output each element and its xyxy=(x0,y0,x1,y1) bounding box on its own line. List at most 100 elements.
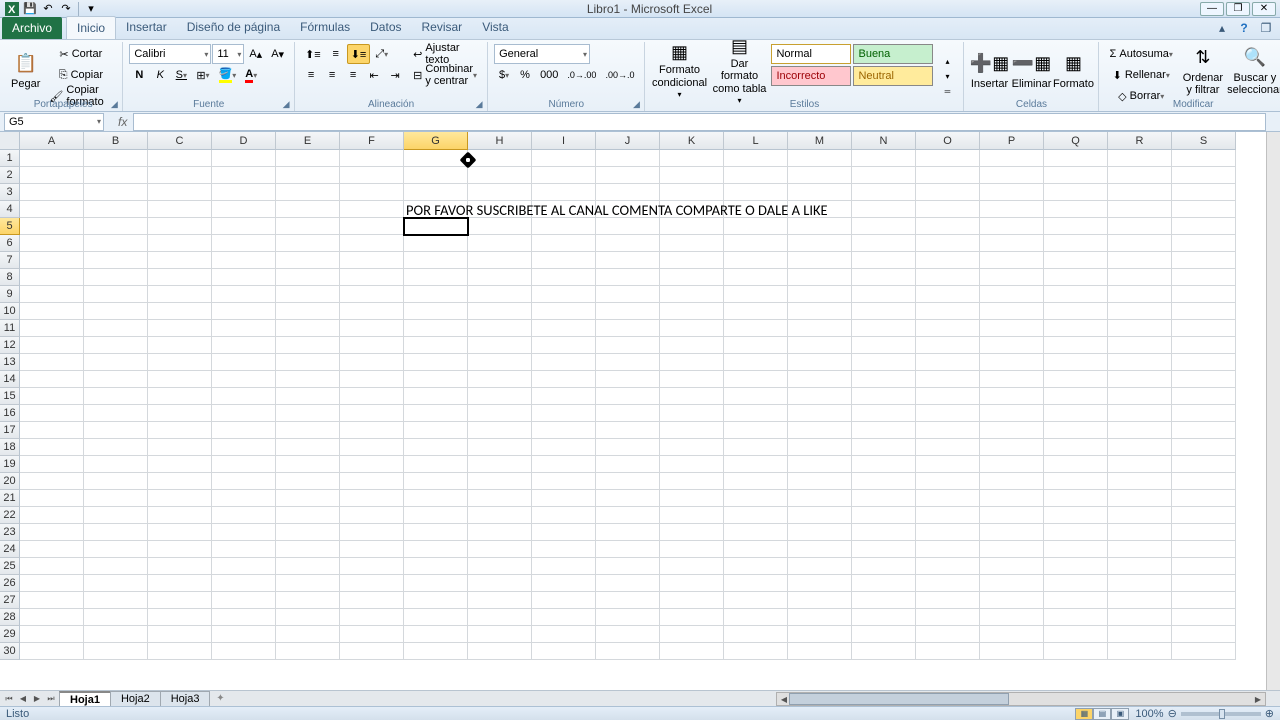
cell-O13[interactable] xyxy=(916,354,980,371)
italic-button[interactable]: K xyxy=(150,65,170,85)
cell-D22[interactable] xyxy=(212,507,276,524)
cell-B16[interactable] xyxy=(84,405,148,422)
cell-D13[interactable] xyxy=(212,354,276,371)
cell-J20[interactable] xyxy=(596,473,660,490)
cell-E24[interactable] xyxy=(276,541,340,558)
cell-R24[interactable] xyxy=(1108,541,1172,558)
cell-N21[interactable] xyxy=(852,490,916,507)
minimize-button[interactable]: — xyxy=(1200,2,1224,16)
cell-G12[interactable] xyxy=(404,337,468,354)
cell-Q19[interactable] xyxy=(1044,456,1108,473)
cell-N26[interactable] xyxy=(852,575,916,592)
cell-R11[interactable] xyxy=(1108,320,1172,337)
cell-S24[interactable] xyxy=(1172,541,1236,558)
cell-F3[interactable] xyxy=(340,184,404,201)
cell-O14[interactable] xyxy=(916,371,980,388)
cell-Q26[interactable] xyxy=(1044,575,1108,592)
cell-C11[interactable] xyxy=(148,320,212,337)
cell-Q18[interactable] xyxy=(1044,439,1108,456)
cell-B1[interactable] xyxy=(84,150,148,167)
sheet-nav-prev[interactable]: ◀ xyxy=(16,692,30,706)
cell-E7[interactable] xyxy=(276,252,340,269)
cell-L16[interactable] xyxy=(724,405,788,422)
cell-P2[interactable] xyxy=(980,167,1044,184)
cell-E9[interactable] xyxy=(276,286,340,303)
cell-Q17[interactable] xyxy=(1044,422,1108,439)
cell-F24[interactable] xyxy=(340,541,404,558)
excel-icon[interactable]: X xyxy=(4,1,20,17)
cell-F15[interactable] xyxy=(340,388,404,405)
undo-icon[interactable]: ↶ xyxy=(40,1,56,17)
insert-cells-button[interactable]: ➕▦Insertar xyxy=(970,44,1008,98)
cell-E30[interactable] xyxy=(276,643,340,660)
style-buena[interactable]: Buena xyxy=(853,44,933,64)
cell-Q11[interactable] xyxy=(1044,320,1108,337)
cell-A17[interactable] xyxy=(20,422,84,439)
fx-icon[interactable]: fx xyxy=(118,115,127,129)
fill-button[interactable]: ⬇ Rellenar xyxy=(1105,65,1176,85)
style-incorrecto[interactable]: Incorrecto xyxy=(771,66,851,86)
cell-H28[interactable] xyxy=(468,609,532,626)
cell-A14[interactable] xyxy=(20,371,84,388)
cell-G2[interactable] xyxy=(404,167,468,184)
cell-J30[interactable] xyxy=(596,643,660,660)
cell-D26[interactable] xyxy=(212,575,276,592)
cell-S19[interactable] xyxy=(1172,456,1236,473)
cell-H14[interactable] xyxy=(468,371,532,388)
sheet-tab-hoja3[interactable]: Hoja3 xyxy=(160,691,211,707)
cell-D12[interactable] xyxy=(212,337,276,354)
cell-J13[interactable] xyxy=(596,354,660,371)
col-header-E[interactable]: E xyxy=(276,132,340,150)
cell-G9[interactable] xyxy=(404,286,468,303)
cell-N4[interactable] xyxy=(852,201,916,218)
alignment-dialog-launcher[interactable]: ◢ xyxy=(473,98,485,110)
cell-G30[interactable] xyxy=(404,643,468,660)
cell-D15[interactable] xyxy=(212,388,276,405)
cell-N5[interactable] xyxy=(852,218,916,235)
col-header-C[interactable]: C xyxy=(148,132,212,150)
cell-P20[interactable] xyxy=(980,473,1044,490)
cell-A16[interactable] xyxy=(20,405,84,422)
col-header-F[interactable]: F xyxy=(340,132,404,150)
cell-L14[interactable] xyxy=(724,371,788,388)
cell-O9[interactable] xyxy=(916,286,980,303)
cell-B6[interactable] xyxy=(84,235,148,252)
cell-F28[interactable] xyxy=(340,609,404,626)
row-header-29[interactable]: 29 xyxy=(0,626,20,643)
cell-D1[interactable] xyxy=(212,150,276,167)
cell-B22[interactable] xyxy=(84,507,148,524)
cell-H3[interactable] xyxy=(468,184,532,201)
cell-K27[interactable] xyxy=(660,592,724,609)
cell-B14[interactable] xyxy=(84,371,148,388)
cell-M26[interactable] xyxy=(788,575,852,592)
cell-J28[interactable] xyxy=(596,609,660,626)
row-header-13[interactable]: 13 xyxy=(0,354,20,371)
cell-A9[interactable] xyxy=(20,286,84,303)
cell-N18[interactable] xyxy=(852,439,916,456)
cell-Q9[interactable] xyxy=(1044,286,1108,303)
col-header-L[interactable]: L xyxy=(724,132,788,150)
cell-G24[interactable] xyxy=(404,541,468,558)
cell-H20[interactable] xyxy=(468,473,532,490)
cell-F5[interactable] xyxy=(340,218,404,235)
cell-J14[interactable] xyxy=(596,371,660,388)
styles-scroll-down[interactable]: ▾ xyxy=(937,70,957,84)
cell-I1[interactable] xyxy=(532,150,596,167)
cell-O8[interactable] xyxy=(916,269,980,286)
cell-M17[interactable] xyxy=(788,422,852,439)
cell-B2[interactable] xyxy=(84,167,148,184)
cell-G25[interactable] xyxy=(404,558,468,575)
cell-H30[interactable] xyxy=(468,643,532,660)
cell-F29[interactable] xyxy=(340,626,404,643)
cell-I30[interactable] xyxy=(532,643,596,660)
cell-N28[interactable] xyxy=(852,609,916,626)
cell-J26[interactable] xyxy=(596,575,660,592)
cell-B12[interactable] xyxy=(84,337,148,354)
cell-F13[interactable] xyxy=(340,354,404,371)
wrap-text-button[interactable]: ↩ Ajustar texto xyxy=(409,44,481,64)
cell-L1[interactable] xyxy=(724,150,788,167)
increase-indent-button[interactable]: ⇥ xyxy=(385,65,405,85)
col-header-J[interactable]: J xyxy=(596,132,660,150)
cell-H13[interactable] xyxy=(468,354,532,371)
tab-revisar[interactable]: Revisar xyxy=(412,16,473,39)
